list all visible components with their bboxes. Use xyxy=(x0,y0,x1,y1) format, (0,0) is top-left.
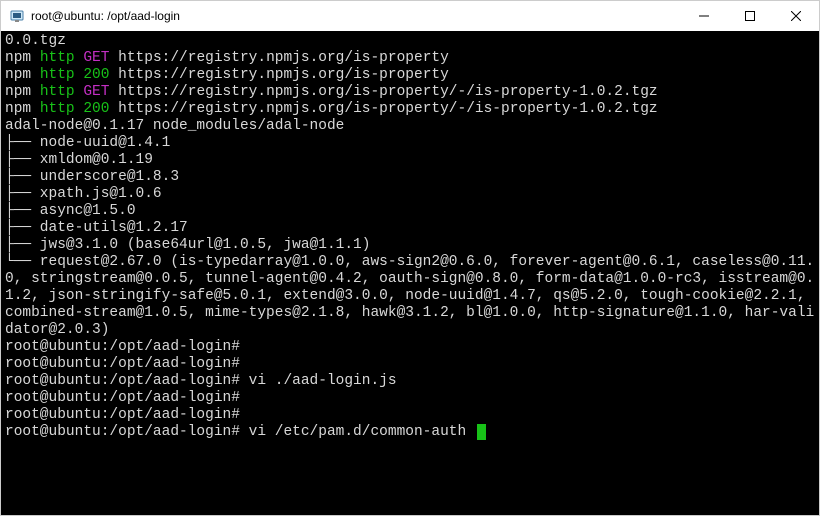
terminal-segment: root@ubuntu:/opt/aad-login# xyxy=(5,356,240,372)
terminal-line: ├── async@1.5.0 xyxy=(5,203,815,220)
window-title: root@ubuntu: /opt/aad-login xyxy=(31,9,180,23)
terminal-segment: 0.0.tgz xyxy=(5,33,66,49)
terminal-segment: root@ubuntu:/opt/aad-login# xyxy=(5,407,240,423)
terminal-line: npm http 200 https://registry.npmjs.org/… xyxy=(5,67,815,84)
terminal-line: root@ubuntu:/opt/aad-login# xyxy=(5,339,815,356)
terminal-line: root@ubuntu:/opt/aad-login# vi ./aad-log… xyxy=(5,373,815,390)
close-button[interactable] xyxy=(773,1,819,31)
terminal-segment: root@ubuntu:/opt/aad-login# vi ./aad-log… xyxy=(5,373,397,389)
terminal-line: npm http GET https://registry.npmjs.org/… xyxy=(5,50,815,67)
terminal-line: root@ubuntu:/opt/aad-login# vi /etc/pam.… xyxy=(5,424,815,441)
terminal-segment: ├── async@1.5.0 xyxy=(5,203,136,219)
terminal-line: root@ubuntu:/opt/aad-login# xyxy=(5,390,815,407)
terminal-line: 0.0.tgz xyxy=(5,33,815,50)
terminal-segment: http xyxy=(40,67,84,83)
terminal-segment: https://registry.npmjs.org/is-property xyxy=(118,50,449,66)
terminal-segment: root@ubuntu:/opt/aad-login# xyxy=(5,390,240,406)
terminal-segment: ├── node-uuid@1.4.1 xyxy=(5,135,170,151)
terminal-line: adal-node@0.1.17 node_modules/adal-node xyxy=(5,118,815,135)
terminal-segment: http xyxy=(40,101,84,117)
terminal-line: └── request@2.67.0 (is-typedarray@1.0.0,… xyxy=(5,254,815,339)
terminal-line: ├── xpath.js@1.0.6 xyxy=(5,186,815,203)
terminal-segment: adal-node@0.1.17 node_modules/adal-node xyxy=(5,118,344,134)
putty-window: root@ubuntu: /opt/aad-login 0.0.tgznpm h… xyxy=(0,0,820,516)
terminal-line: ├── underscore@1.8.3 xyxy=(5,169,815,186)
terminal-segment: 200 xyxy=(83,67,118,83)
terminal-segment: https://registry.npmjs.org/is-property/-… xyxy=(118,101,658,117)
terminal-segment: npm xyxy=(5,84,40,100)
terminal-segment: npm xyxy=(5,101,40,117)
terminal-segment: root@ubuntu:/opt/aad-login# vi /etc/pam.… xyxy=(5,424,475,440)
terminal-line: ├── jws@3.1.0 (base64url@1.0.5, jwa@1.1.… xyxy=(5,237,815,254)
terminal-segment: ├── jws@3.1.0 (base64url@1.0.5, jwa@1.1.… xyxy=(5,237,370,253)
putty-icon xyxy=(9,8,25,24)
terminal-segment: http xyxy=(40,50,84,66)
terminal-line: npm http 200 https://registry.npmjs.org/… xyxy=(5,101,815,118)
terminal-line: ├── date-utils@1.2.17 xyxy=(5,220,815,237)
terminal-line: root@ubuntu:/opt/aad-login# xyxy=(5,356,815,373)
terminal-segment: └── request@2.67.0 (is-typedarray@1.0.0,… xyxy=(5,254,814,338)
terminal-segment: root@ubuntu:/opt/aad-login# xyxy=(5,339,240,355)
titlebar[interactable]: root@ubuntu: /opt/aad-login xyxy=(1,1,819,31)
terminal-segment: 200 xyxy=(83,101,118,117)
terminal-segment: GET xyxy=(83,84,118,100)
terminal-segment: GET xyxy=(83,50,118,66)
terminal-line: npm http GET https://registry.npmjs.org/… xyxy=(5,84,815,101)
terminal-segment: npm xyxy=(5,50,40,66)
terminal-segment: https://registry.npmjs.org/is-property/-… xyxy=(118,84,658,100)
terminal-segment: ├── xmldom@0.1.19 xyxy=(5,152,153,168)
terminal-segment: ├── date-utils@1.2.17 xyxy=(5,220,188,236)
terminal-line: root@ubuntu:/opt/aad-login# xyxy=(5,407,815,424)
terminal-segment: https://registry.npmjs.org/is-property xyxy=(118,67,449,83)
maximize-button[interactable] xyxy=(727,1,773,31)
terminal-output[interactable]: 0.0.tgznpm http GET https://registry.npm… xyxy=(1,31,819,515)
cursor xyxy=(477,424,486,440)
terminal-segment: npm xyxy=(5,67,40,83)
minimize-button[interactable] xyxy=(681,1,727,31)
terminal-segment: ├── underscore@1.8.3 xyxy=(5,169,179,185)
terminal-segment: ├── xpath.js@1.0.6 xyxy=(5,186,162,202)
terminal-segment: http xyxy=(40,84,84,100)
terminal-line: ├── node-uuid@1.4.1 xyxy=(5,135,815,152)
terminal-line: ├── xmldom@0.1.19 xyxy=(5,152,815,169)
